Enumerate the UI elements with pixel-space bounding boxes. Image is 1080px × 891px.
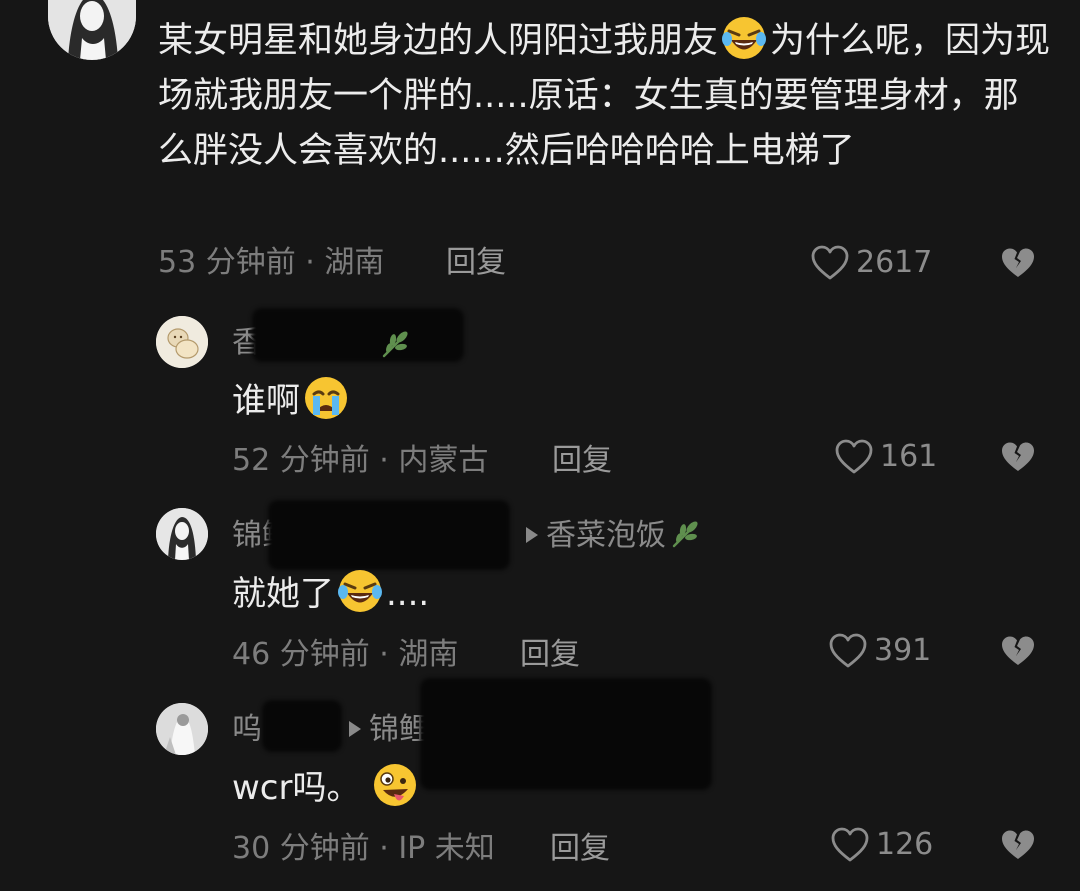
heart-icon — [831, 827, 869, 862]
dislike-button[interactable] — [1000, 440, 1036, 474]
reply-text-part1: 就她了 — [232, 574, 334, 614]
like-count: 161 — [880, 439, 938, 474]
reply-arrow-icon — [526, 527, 538, 543]
dislike-button[interactable] — [1000, 828, 1036, 862]
redaction-mark — [420, 678, 712, 790]
avatar[interactable] — [156, 703, 208, 755]
reply-button[interactable]: 回复 — [552, 443, 612, 479]
like-button[interactable]: 2617 — [810, 244, 932, 282]
reply-to-name: 香菜泡饭 — [546, 518, 666, 553]
leaf-badge-icon — [380, 328, 412, 360]
reply-time-location: 52 分钟前 · 内蒙古 — [232, 443, 489, 478]
comment-text-part1: 某女明星和她身边的人阴阳过我朋友 — [158, 21, 719, 61]
like-button[interactable]: 391 — [828, 632, 931, 670]
zany-emoji-icon — [372, 762, 418, 808]
dislike-button[interactable] — [1000, 634, 1036, 668]
reply-to-target[interactable]: 香菜泡饭 — [522, 518, 702, 554]
like-count: 391 — [874, 633, 932, 668]
broken-heart-icon — [1002, 636, 1034, 665]
comment-thread: 某女明星和她身边的人阴阳过我朋友 为什么呢，因为现场就我朋友一个胖的.....原… — [0, 0, 1080, 891]
username-label: 呜 — [232, 712, 262, 747]
reply-to-target[interactable]: 锦鲤 — [345, 712, 429, 748]
reply-text-content: wcr吗。 — [232, 768, 361, 808]
reply-time-location: 46 分钟前 · 湖南 — [232, 637, 459, 672]
reply-text: wcr吗。 — [232, 762, 421, 810]
reply-time-location: 30 分钟前 · IP 未知 — [232, 831, 495, 866]
reply-text: 谁啊 — [232, 375, 352, 423]
heart-icon — [829, 633, 867, 668]
reply-button[interactable]: 回复 — [520, 637, 580, 673]
redaction-mark — [268, 500, 510, 570]
dislike-button[interactable] — [1000, 246, 1036, 280]
like-button[interactable]: 161 — [834, 438, 937, 476]
reply-text-content: 谁啊 — [232, 381, 300, 421]
avatar[interactable] — [156, 508, 208, 560]
comment-time-location: 53 分钟前 · 湖南 — [158, 245, 385, 280]
like-button[interactable]: 126 — [830, 826, 933, 864]
laughing-crying-emoji-icon — [721, 15, 767, 61]
leaf-badge-icon — [670, 518, 702, 550]
reply-button[interactable]: 回复 — [446, 245, 506, 281]
reply-text-part2: .... — [386, 574, 430, 614]
like-count: 126 — [876, 827, 934, 862]
redaction-mark — [262, 700, 342, 752]
heart-icon — [811, 245, 849, 280]
crying-emoji-icon — [303, 375, 349, 421]
reply-button[interactable]: 回复 — [550, 831, 610, 867]
broken-heart-icon — [1002, 248, 1034, 277]
avatar[interactable] — [156, 316, 208, 368]
broken-heart-icon — [1002, 442, 1034, 471]
avatar[interactable] — [48, 0, 136, 60]
reply-arrow-icon — [349, 721, 361, 737]
redaction-mark — [252, 308, 464, 362]
heart-icon — [835, 439, 873, 474]
broken-heart-icon — [1002, 830, 1034, 859]
comment-text: 某女明星和她身边的人阴阳过我朋友 为什么呢，因为现场就我朋友一个胖的.....原… — [158, 14, 1053, 179]
like-count: 2617 — [856, 245, 933, 280]
reply-text: 就她了 .... — [232, 568, 429, 616]
laughing-crying-emoji-icon — [337, 568, 383, 614]
username[interactable]: 呜 — [232, 712, 262, 748]
